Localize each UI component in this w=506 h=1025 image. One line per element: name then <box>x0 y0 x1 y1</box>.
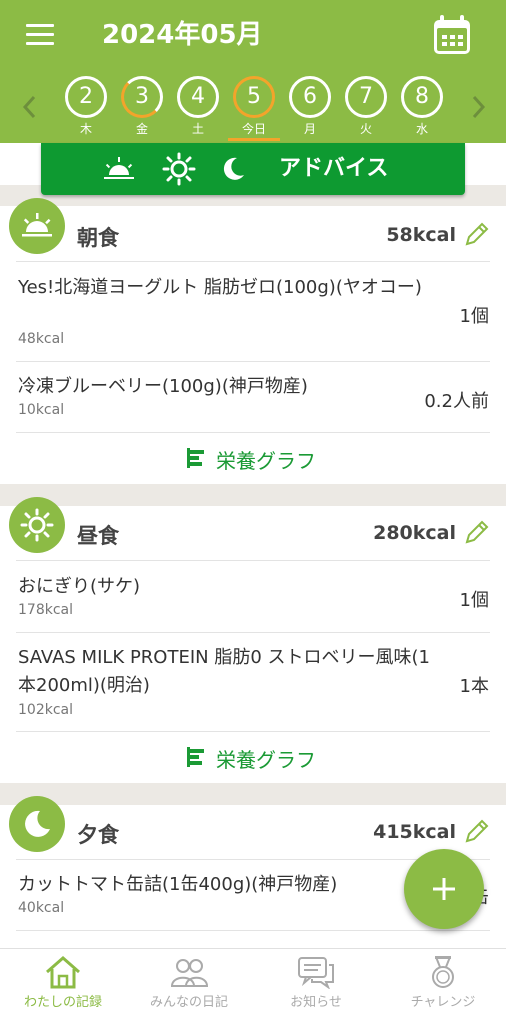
sun-icon <box>162 152 196 186</box>
nav-label: みんなの日記 <box>149 995 228 1010</box>
divider <box>16 731 490 732</box>
chat-icon <box>298 957 334 989</box>
meal-title-breakfast: 朝食 <box>77 226 119 250</box>
nav-notifications[interactable]: お知らせ <box>253 949 379 1025</box>
nav-label: わたしの記録 <box>23 995 102 1010</box>
menu-icon[interactable] <box>26 24 54 46</box>
day-item[interactable]: 7 火 <box>344 76 388 142</box>
calendar-icon[interactable] <box>432 14 472 56</box>
advice-label: アドバイス <box>279 156 389 181</box>
day-weekday: 月 <box>303 122 316 136</box>
plus-icon <box>433 878 455 900</box>
meal-title-dinner: 夕食 <box>77 823 119 847</box>
nutrition-graph-label: 栄養グラフ <box>216 449 316 473</box>
nutrition-graph-label: 栄養グラフ <box>216 748 316 772</box>
bar-graph-icon <box>187 448 204 468</box>
day-item-today[interactable]: 5 今日 <box>228 76 280 142</box>
nav-everyone-diary[interactable]: みんなの日記 <box>126 949 252 1025</box>
day-item[interactable]: 8 水 <box>400 76 444 142</box>
day-weekday: 木 <box>79 122 92 136</box>
food-qty: 1本 <box>459 676 489 697</box>
meal-title-lunch: 昼食 <box>77 524 119 548</box>
bar-graph-icon <box>187 747 204 767</box>
food-name: カットトマト缶詰(1缶400g)(神戸物産) <box>18 874 338 895</box>
advice-bar[interactable]: アドバイス <box>41 143 465 195</box>
people-icon <box>170 959 209 987</box>
day-number: 6 <box>289 76 331 118</box>
day-weekday: 火 <box>359 122 372 136</box>
meal-kcal-lunch: 280kcal <box>373 522 456 544</box>
next-week-arrow-icon[interactable] <box>468 92 488 122</box>
day-weekday: 水 <box>415 122 428 136</box>
sun-icon <box>9 497 65 553</box>
home-icon <box>46 956 80 989</box>
food-name: 冷凍ブルーベリー(100g)(神戸物産) <box>18 376 308 397</box>
today-indicator <box>228 138 280 141</box>
bottom-nav: わたしの記録 みんなの日記 お知らせ チャレンジ <box>0 948 506 1025</box>
food-name: Yes!北海道ヨーグルト 脂肪ゼロ(100g)(ヤオコー) <box>18 277 422 298</box>
header-bar: 2024年05月 2 木 3 金 4 土 5 今日 6 月 7 火 8 水 <box>0 0 506 143</box>
sunrise-icon <box>104 157 134 179</box>
food-kcal: 48kcal <box>18 331 65 347</box>
nav-challenge[interactable]: チャレンジ <box>380 949 506 1025</box>
edit-pencil-icon[interactable] <box>464 221 490 247</box>
meal-kcal-breakfast: 58kcal <box>386 224 456 246</box>
divider <box>16 560 490 561</box>
day-item[interactable]: 2 木 <box>64 76 108 142</box>
add-food-button[interactable] <box>404 849 484 929</box>
section-divider <box>0 484 506 506</box>
edit-pencil-icon[interactable] <box>464 818 490 844</box>
divider <box>16 930 490 931</box>
day-item[interactable]: 6 月 <box>288 76 332 142</box>
food-kcal: 10kcal <box>18 402 65 418</box>
food-name: おにぎり(サケ) <box>18 576 141 597</box>
day-number: 8 <box>401 76 443 118</box>
day-number: 4 <box>177 76 219 118</box>
divider <box>16 361 490 362</box>
food-qty: 1個 <box>459 306 489 327</box>
food-qty: 0.2人前 <box>424 391 489 412</box>
day-number: 7 <box>345 76 387 118</box>
divider <box>16 632 490 633</box>
month-title[interactable]: 2024年05月 <box>102 15 263 55</box>
food-qty: 1個 <box>459 590 489 611</box>
day-weekday: 土 <box>191 122 204 136</box>
day-item[interactable]: 4 土 <box>176 76 220 142</box>
moon-icon <box>9 796 65 852</box>
sunrise-icon <box>9 198 65 254</box>
food-kcal: 102kcal <box>18 702 73 718</box>
food-kcal: 178kcal <box>18 602 73 618</box>
medal-icon <box>432 956 454 988</box>
day-item[interactable]: 3 金 <box>120 76 164 142</box>
nav-my-record[interactable]: わたしの記録 <box>0 949 126 1025</box>
food-name: SAVAS MILK PROTEIN 脂肪0 ストロベリー風味(1本200ml)… <box>18 647 430 696</box>
day-selector: 2 木 3 金 4 土 5 今日 6 月 7 火 8 水 <box>56 76 452 142</box>
prev-week-arrow-icon[interactable] <box>20 92 40 122</box>
meal-kcal-dinner: 415kcal <box>373 821 456 843</box>
day-number: 5 <box>233 76 275 118</box>
day-weekday: 金 <box>135 122 148 136</box>
day-number: 3 <box>121 76 163 118</box>
day-number: 2 <box>65 76 107 118</box>
divider <box>16 261 490 262</box>
nav-label: チャレンジ <box>410 995 476 1010</box>
edit-pencil-icon[interactable] <box>464 519 490 545</box>
section-divider <box>0 783 506 805</box>
food-kcal: 40kcal <box>18 900 65 916</box>
nav-label: お知らせ <box>290 995 342 1010</box>
divider <box>16 432 490 433</box>
moon-icon <box>223 157 244 180</box>
day-weekday: 今日 <box>241 122 266 136</box>
